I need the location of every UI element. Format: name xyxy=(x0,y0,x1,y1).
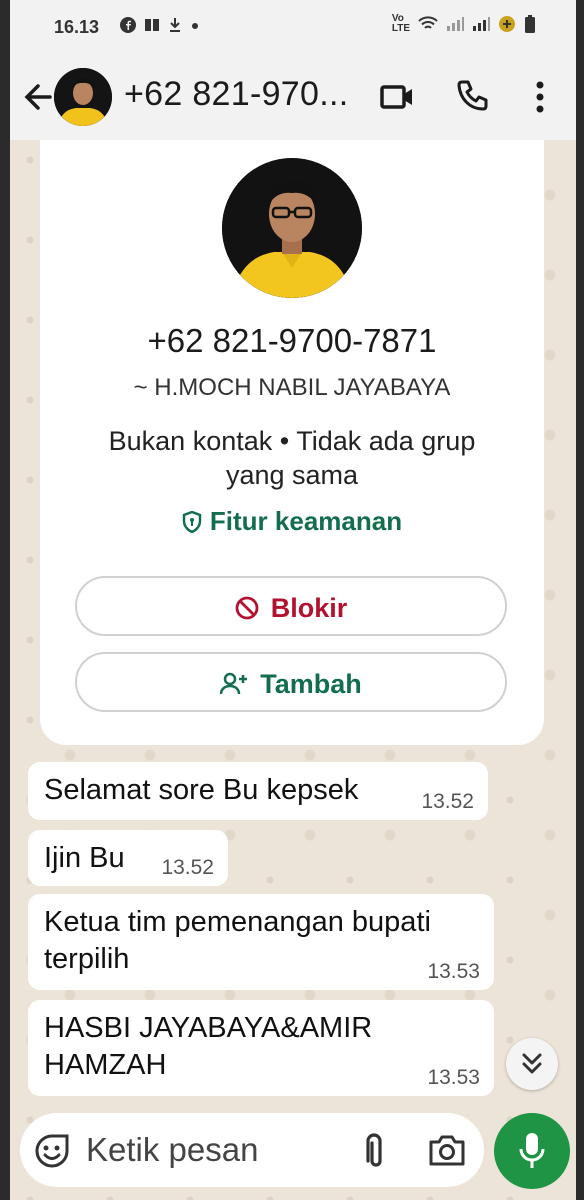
contact-title[interactable]: +62 821-970... xyxy=(124,75,348,114)
message-text: Ijin Bu xyxy=(44,842,125,874)
message-input[interactable]: Ketik pesan xyxy=(86,1131,258,1169)
shield-icon xyxy=(182,510,202,534)
attachment-icon[interactable] xyxy=(358,1131,390,1169)
scroll-to-bottom-button[interactable] xyxy=(506,1038,558,1090)
download-icon xyxy=(170,18,180,32)
message-bubble[interactable]: Ketua tim pemenangan bupati terpilih 13.… xyxy=(28,894,494,990)
message-time: 13.52 xyxy=(161,856,214,879)
add-label: Tambah xyxy=(260,669,362,699)
profile-photo[interactable] xyxy=(222,158,362,298)
contact-relation-info: Bukan kontak • Tidak ada grup yang sama xyxy=(108,426,476,490)
message-composer: Ketik pesan xyxy=(20,1113,484,1187)
block-icon xyxy=(235,596,259,620)
block-button[interactable]: Blokir xyxy=(75,576,507,636)
data-saver-icon xyxy=(499,16,515,32)
message-bubble[interactable]: Ijin Bu 13.52 xyxy=(28,830,228,886)
message-bubble[interactable]: HASBI JAYABAYA&AMIR HAMZAH 13.53 xyxy=(28,1000,494,1096)
emoji-sticker-icon[interactable] xyxy=(34,1133,70,1169)
person-avatar-icon xyxy=(54,68,112,126)
wifi-icon xyxy=(418,16,438,29)
camera-icon[interactable] xyxy=(428,1133,466,1167)
system-icons: Vo LTE xyxy=(392,14,536,34)
contact-avatar[interactable] xyxy=(54,68,112,126)
security-label: Fitur keamanan xyxy=(209,506,403,536)
photo-border-right xyxy=(576,0,584,1200)
message-time: 13.52 xyxy=(421,790,474,813)
facebook-icon xyxy=(120,17,136,33)
message-text: HASBI JAYABAYA&AMIR HAMZAH xyxy=(44,1012,373,1081)
microphone-icon xyxy=(519,1133,545,1168)
chat-header: +62 821-970... xyxy=(10,55,576,140)
message-text: Selamat sore Bu kepsek xyxy=(44,774,359,806)
contact-info-card: +62 821-9700-7871 ~ H.MOCH NABIL JAYABAY… xyxy=(40,140,544,745)
double-chevron-down-icon xyxy=(522,1053,542,1074)
more-options-icon[interactable] xyxy=(530,79,550,115)
signal-icon-2 xyxy=(473,17,490,31)
message-time: 13.53 xyxy=(427,960,480,983)
status-bar: 16.13 Vo LTE xyxy=(10,0,576,55)
dot-icon xyxy=(192,23,198,29)
message-time: 13.53 xyxy=(427,1066,480,1089)
battery-icon xyxy=(525,15,535,33)
block-label: Blokir xyxy=(270,593,348,623)
add-person-icon xyxy=(219,672,248,695)
contact-push-name: ~ H.MOCH NABIL JAYABAYA xyxy=(133,374,451,401)
video-call-icon[interactable] xyxy=(380,81,414,113)
status-time: 16.13 xyxy=(54,17,100,37)
voice-message-button[interactable] xyxy=(494,1113,570,1189)
photo-border-left xyxy=(0,0,10,1200)
volte-icon: Vo LTE xyxy=(391,13,410,34)
contact-phone-number: +62 821-9700-7871 xyxy=(147,322,437,359)
security-features-link[interactable]: Fitur keamanan xyxy=(40,506,544,537)
message-text: Ketua tim pemenangan bupati terpilih xyxy=(44,906,431,975)
person-photo-icon xyxy=(222,158,362,298)
notification-icons xyxy=(120,17,200,33)
book-icon xyxy=(145,19,159,31)
signal-icon xyxy=(447,17,464,31)
back-arrow-icon[interactable] xyxy=(22,77,54,117)
add-contact-button[interactable]: Tambah xyxy=(75,652,507,712)
chat-screen: 16.13 Vo LTE +62 821-970... +62 821-9700… xyxy=(0,0,584,1200)
phone-call-icon[interactable] xyxy=(456,79,490,113)
message-bubble[interactable]: Selamat sore Bu kepsek 13.52 xyxy=(28,762,488,820)
